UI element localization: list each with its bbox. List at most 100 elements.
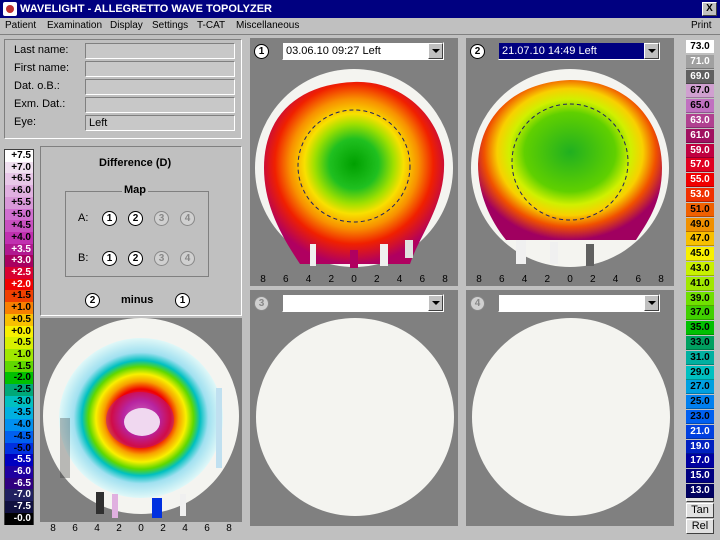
close-button[interactable]: X [702, 2, 717, 16]
scale-step: -3.5 [5, 407, 33, 420]
axis-tick-label: 6 [204, 523, 210, 534]
axis-tick-label: 2 [544, 274, 551, 285]
axis-tick-label: 4 [521, 274, 528, 285]
axis-tick-label: 4 [94, 523, 100, 534]
axis-tick-label: 6 [72, 523, 78, 534]
dob-field[interactable] [85, 79, 235, 95]
scale-step: +4.0 [5, 231, 33, 244]
menu-bar: Patient Examination Display Settings T-C… [0, 18, 720, 35]
scale-step: +3.0 [5, 255, 33, 268]
dob-label: Dat. o.B.: [14, 80, 60, 92]
scale-step: 73.0 [686, 40, 714, 54]
axis-tick-label: 0 [138, 523, 144, 534]
scale-step: 57.0 [686, 158, 714, 173]
scale-step: 53.0 [686, 188, 714, 202]
b-option-3[interactable]: 3 [154, 251, 169, 266]
map-panel-4[interactable]: 4 [466, 290, 674, 526]
scale-step: -5.0 [5, 442, 33, 455]
axis-tick-label: 8 [658, 274, 664, 285]
map-panel-3[interactable]: 3 [250, 290, 458, 526]
menu-tcat[interactable]: T-CAT [197, 20, 225, 31]
difference-map-axis: 8 6 4 2 0 2 4 6 8 [40, 523, 242, 535]
axis-tick-label: 0 [351, 274, 357, 285]
scale-step: 49.0 [686, 217, 714, 232]
chevron-down-icon[interactable] [644, 43, 659, 59]
rel-button[interactable]: Rel [686, 519, 714, 534]
tan-button[interactable]: Tan [686, 503, 714, 518]
patient-info-panel: Last name: First name: Dat. o.B.: Exm. D… [4, 39, 242, 139]
row-b-label: B: [78, 252, 89, 264]
b-option-4[interactable]: 4 [180, 251, 195, 266]
scale-step: +1.5 [5, 290, 33, 303]
menu-examination[interactable]: Examination [47, 20, 102, 31]
title-bar: WAVELIGHT - ALLEGRETTO WAVE TOPOLYZER [0, 0, 720, 18]
eye-field[interactable]: Left [85, 115, 235, 131]
axis-tick-label: 0 [567, 274, 573, 285]
print-menu[interactable]: Print [691, 20, 712, 31]
chevron-down-icon[interactable] [644, 295, 659, 311]
scale-step: +3.5 [5, 243, 33, 256]
menu-settings[interactable]: Settings [152, 20, 188, 31]
axis-tick-label: 8 [442, 274, 448, 285]
a-option-1[interactable]: 1 [102, 211, 117, 226]
axis-tick-label: 4 [612, 274, 619, 285]
scale-step: 21.0 [686, 424, 714, 439]
menu-miscellaneous[interactable]: Miscellaneous [236, 20, 299, 31]
scale-step: 59.0 [686, 143, 714, 158]
scale-step: 47.0 [686, 232, 714, 247]
scale-step: +4.5 [5, 220, 33, 233]
scale-step: +6.5 [5, 173, 33, 186]
a-option-2[interactable]: 2 [128, 211, 143, 226]
panel-1-number: 1 [254, 44, 269, 59]
scale-step: 13.0 [686, 484, 714, 498]
scale-step: 33.0 [686, 336, 714, 350]
scale-step: -2.5 [5, 384, 33, 396]
b-option-1[interactable]: 1 [102, 251, 117, 266]
panel-4-map-graphic [472, 318, 670, 516]
map-group-label: Map [122, 184, 148, 196]
axis-tick-label: 8 [226, 523, 232, 534]
panel-1-date-select[interactable]: 03.06.10 09:27 Left [282, 42, 444, 60]
expression-right-number: 1 [175, 293, 190, 308]
panel-4-date-select[interactable] [498, 294, 660, 312]
last-name-label: Last name: [14, 44, 69, 56]
panel-3-date-select[interactable] [282, 294, 444, 312]
difference-title: Difference (D) [99, 157, 172, 169]
scale-step: +1.0 [5, 302, 33, 315]
panel-4-number: 4 [470, 296, 485, 311]
menu-patient[interactable]: Patient [5, 20, 36, 31]
scale-step: -0.0 [5, 512, 33, 525]
scale-step: 27.0 [686, 380, 714, 395]
scale-step: -4.0 [5, 419, 33, 432]
scale-step: 31.0 [686, 350, 714, 365]
scale-step: +5.0 [5, 208, 33, 221]
map-panel-1[interactable]: 1 03.06.10 09:27 Left 8 6 4 2 0 2 4 6 8 [250, 38, 458, 286]
map-panel-2[interactable]: 2 21.07.10 14:49 Left 8 6 4 2 0 2 4 6 8 [466, 38, 674, 286]
scale-step: 39.0 [686, 291, 714, 306]
difference-map[interactable]: 8 6 4 2 0 2 4 6 8 [40, 318, 242, 534]
axis-tick-label: 2 [589, 274, 596, 285]
panel-1-date: 03.06.10 09:27 Left [286, 45, 381, 57]
first-name-field[interactable] [85, 61, 235, 77]
panel-2-axis: 8 6 4 2 0 2 4 6 8 [466, 274, 674, 286]
panel-2-date-select[interactable]: 21.07.10 14:49 Left [498, 42, 660, 60]
last-name-field[interactable] [85, 43, 235, 59]
scale-step: 23.0 [686, 410, 714, 424]
scale-step: -3.0 [5, 395, 33, 408]
a-option-4[interactable]: 4 [180, 211, 195, 226]
scale-step: 69.0 [686, 69, 714, 84]
b-option-2[interactable]: 2 [128, 251, 143, 266]
a-option-3[interactable]: 3 [154, 211, 169, 226]
app-icon[interactable] [3, 2, 17, 16]
scale-step: 71.0 [686, 54, 714, 69]
scale-step: -6.5 [5, 477, 33, 490]
scale-step: -7.0 [5, 489, 33, 502]
scale-step: +6.0 [5, 185, 33, 198]
axis-tick-label: 8 [260, 274, 266, 285]
chevron-down-icon[interactable] [428, 43, 443, 59]
chevron-down-icon[interactable] [428, 295, 443, 311]
axis-tick-label: 6 [282, 274, 289, 285]
axis-tick-label: 2 [328, 274, 335, 285]
menu-display[interactable]: Display [110, 20, 143, 31]
exam-date-field[interactable] [85, 97, 235, 113]
